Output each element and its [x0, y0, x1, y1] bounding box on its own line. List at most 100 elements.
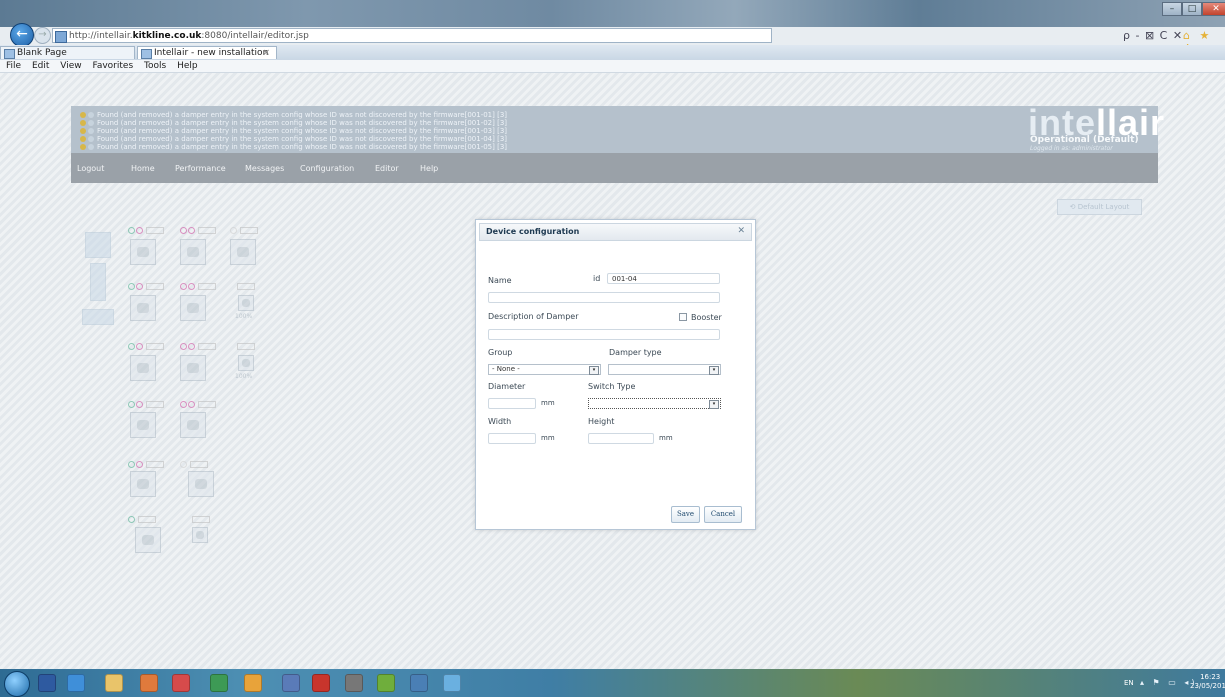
damper-device[interactable] [180, 239, 206, 265]
name-input[interactable] [488, 292, 720, 303]
start-button[interactable] [4, 671, 30, 697]
tool-palette-item[interactable] [85, 232, 111, 258]
menu-edit[interactable]: Edit [32, 61, 49, 71]
menu-help[interactable]: Help [177, 61, 198, 71]
tool-palette-item[interactable] [82, 309, 114, 325]
nav-help[interactable]: Help [420, 164, 438, 173]
damper-device[interactable] [180, 355, 206, 381]
damper-device[interactable] [130, 471, 156, 497]
damper-device[interactable] [230, 239, 256, 265]
menu-tools[interactable]: Tools [144, 61, 166, 71]
intellair-page-icon [141, 49, 152, 59]
damper-device[interactable] [130, 295, 156, 321]
id-label: id [593, 274, 601, 283]
warning-icon [80, 120, 86, 126]
status-leds [180, 398, 216, 408]
url-rest: :8080/intellair/editor.jsp [201, 31, 309, 41]
tray-icons[interactable]: ▴ ⚑ ▭ ◂) [1140, 678, 1198, 687]
damper-device[interactable] [238, 295, 254, 311]
damper-percent: 100% [235, 313, 253, 320]
url-prefix: http://intellair. [69, 31, 133, 41]
nav-configuration[interactable]: Configuration [300, 164, 354, 173]
back-button[interactable]: ← [10, 23, 34, 47]
tab-intellair[interactable]: Intellair - new installation × [137, 46, 277, 59]
menu-view[interactable]: View [60, 61, 81, 71]
damper-device[interactable] [135, 527, 161, 553]
tab-label: Blank Page [17, 48, 67, 58]
excel-taskbar-icon[interactable] [210, 674, 228, 692]
address-controls[interactable]: ρ - ⊠ C ✕ [1123, 29, 1183, 42]
nav-editor[interactable]: Editor [375, 164, 399, 173]
dismiss-icon[interactable] [88, 128, 94, 134]
default-layout-button[interactable]: ⟲ Default Layout [1057, 199, 1142, 215]
close-icon[interactable]: ✕ [737, 226, 745, 236]
status-leds [128, 224, 164, 234]
damper-device[interactable] [180, 412, 206, 438]
tools-taskbar-icon[interactable] [410, 674, 428, 692]
damper-device[interactable] [130, 239, 156, 265]
word-taskbar-icon[interactable] [282, 674, 300, 692]
chat-taskbar-icon[interactable] [377, 674, 395, 692]
dismiss-icon[interactable] [88, 120, 94, 126]
width-input[interactable] [488, 433, 536, 444]
nav-performance[interactable]: Performance [175, 164, 226, 173]
language-indicator[interactable]: EN [1124, 679, 1134, 687]
status-leds [180, 458, 208, 468]
acrobat-taskbar-icon[interactable] [312, 674, 330, 692]
outlook-taskbar-icon[interactable] [244, 674, 262, 692]
status-leds [128, 513, 156, 523]
nav-home[interactable]: Home [131, 164, 155, 173]
status-leds [128, 340, 164, 350]
booster-checkbox[interactable] [679, 313, 687, 321]
system-status: Operational (Default) [1030, 135, 1139, 145]
id-field[interactable]: 001-04 [607, 273, 720, 284]
diameter-input[interactable] [488, 398, 536, 409]
damper-device[interactable] [130, 412, 156, 438]
opera-taskbar-icon[interactable] [38, 674, 56, 692]
forward-button[interactable]: → [34, 27, 51, 44]
dismiss-icon[interactable] [88, 136, 94, 142]
dialog-header[interactable]: Device configuration ✕ [479, 223, 752, 241]
damper-device[interactable] [180, 295, 206, 321]
explorer-taskbar-icon[interactable] [105, 674, 123, 692]
minimize-button[interactable]: – [1162, 2, 1182, 16]
ie-taskbar-icon[interactable] [67, 674, 85, 692]
address-bar[interactable]: http://intellair.kitkline.co.uk:8080/int… [52, 28, 772, 43]
damper-type-label: Damper type [609, 348, 662, 357]
status-leds [230, 224, 258, 234]
dismiss-icon[interactable] [88, 144, 94, 150]
menu-favorites[interactable]: Favorites [92, 61, 133, 71]
group-label: Group [488, 348, 513, 357]
close-tab-icon[interactable]: × [262, 47, 270, 60]
nav-messages[interactable]: Messages [245, 164, 284, 173]
close-window-button[interactable]: ✕ [1202, 2, 1225, 16]
damper-type-select[interactable]: ▾ [608, 364, 721, 375]
status-leds [235, 340, 255, 350]
description-input[interactable] [488, 329, 720, 340]
cancel-button[interactable]: Cancel [704, 506, 742, 523]
dismiss-icon[interactable] [88, 112, 94, 118]
menu-file[interactable]: File [6, 61, 21, 71]
group-select[interactable]: - None - ▾ [488, 364, 601, 375]
description-label: Description of Damper [488, 312, 579, 321]
office-taskbar-icon[interactable] [140, 674, 158, 692]
booster-device[interactable] [192, 527, 208, 543]
damper-device[interactable] [238, 355, 254, 371]
device-configuration-dialog: Device configuration ✕ Name id 001-04 De… [475, 219, 756, 530]
maximize-button[interactable]: □ [1182, 2, 1202, 16]
status-leds [128, 458, 164, 468]
tool-palette-item[interactable] [90, 263, 106, 301]
height-input[interactable] [588, 433, 654, 444]
paint-taskbar-icon[interactable] [172, 674, 190, 692]
message-item: Found (and removed) a damper entry in th… [80, 143, 507, 151]
save-button[interactable]: Save [671, 506, 700, 523]
fan-device[interactable] [188, 471, 214, 497]
warning-icon [80, 136, 86, 142]
browser-active-taskbar-icon[interactable] [443, 674, 461, 692]
tab-blank-page[interactable]: Blank Page [0, 46, 135, 59]
damper-device[interactable] [130, 355, 156, 381]
switch-type-select[interactable]: ▾ [588, 398, 721, 409]
sound-taskbar-icon[interactable] [345, 674, 363, 692]
nav-logout[interactable]: Logout [77, 164, 104, 173]
clock[interactable]: 16:23 23/05/2013 [1190, 673, 1225, 691]
